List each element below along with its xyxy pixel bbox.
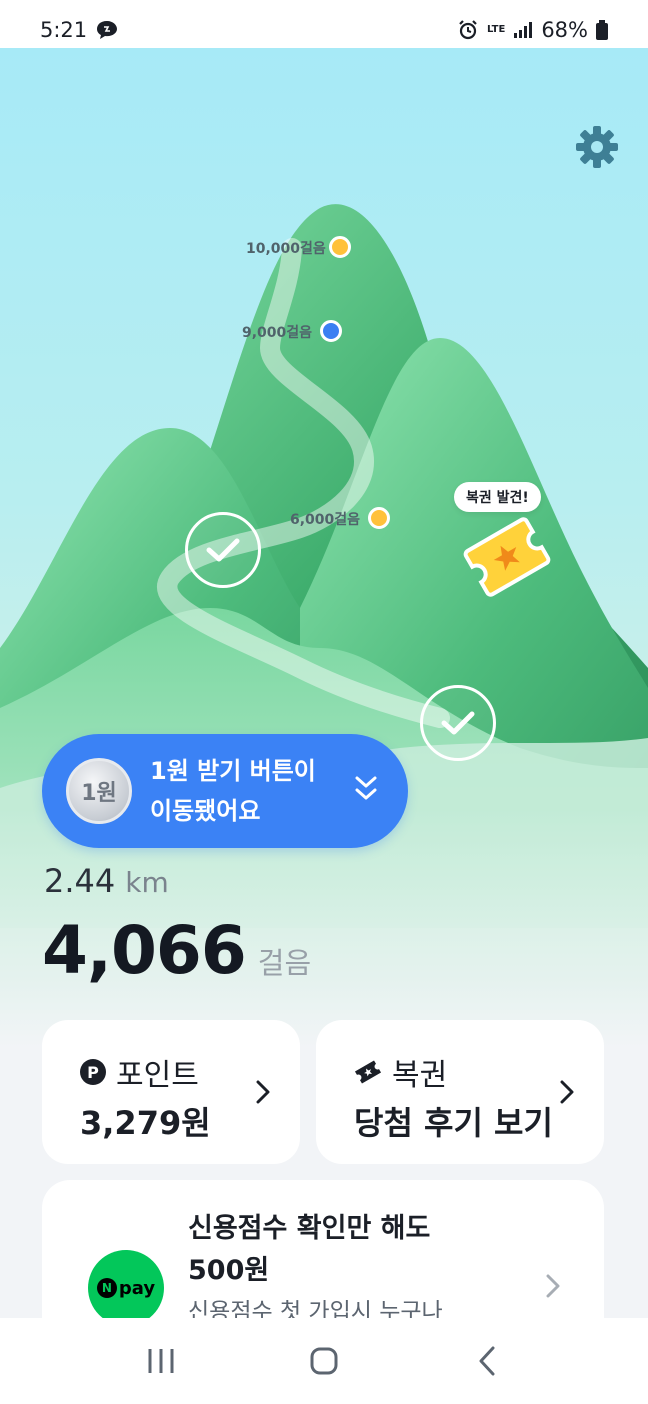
message-app-icon: [97, 21, 118, 39]
npay-logo: N pay: [88, 1250, 164, 1326]
promo-title-line2: 500원: [188, 1255, 270, 1286]
network-type-label: LTE: [486, 24, 506, 35]
lotto-card[interactable]: 복권 당첨 후기 보기: [316, 1020, 604, 1164]
completed-checkpoint: [420, 685, 496, 761]
points-card[interactable]: P 포인트 3,279원: [42, 1020, 300, 1164]
coin-message-line1: 1원 받기 버튼이: [150, 757, 316, 785]
back-icon: [479, 1346, 495, 1376]
milestone-label-6000: 6,000걸음: [290, 512, 361, 528]
status-time-group: 5:21: [40, 18, 119, 42]
distance-display: 2.44 km: [44, 862, 169, 900]
lotto-card-value: 당첨 후기 보기: [354, 1104, 553, 1142]
settings-button[interactable]: [574, 124, 620, 170]
ticket-icon: [354, 1060, 382, 1084]
step-count-display: 4,066 걸음: [42, 912, 311, 989]
system-navigation-bar: [0, 1318, 648, 1404]
collect-1won-button[interactable]: 1원 1원 받기 버튼이 이동됐어요: [42, 734, 408, 848]
points-card-title: 포인트: [116, 1058, 199, 1093]
status-time: 5:21: [40, 18, 88, 42]
check-icon: [441, 711, 475, 735]
coin-icon: 1원: [66, 758, 132, 824]
milestone-dot-9000: [320, 320, 342, 342]
lotto-card-title-row: 복권: [354, 1050, 447, 1094]
points-card-title-row: P 포인트: [80, 1050, 199, 1094]
promo-title-line1: 신용점수 확인만 해도: [188, 1213, 431, 1244]
completed-checkpoint: [185, 512, 261, 588]
chevron-right-icon: [256, 1080, 270, 1104]
milestone-label-9000: 9,000걸음: [242, 325, 313, 341]
coin-message: 1원 받기 버튼이 이동됐어요: [150, 751, 316, 831]
step-count-value: 4,066: [42, 912, 247, 989]
promo-title: 신용점수 확인만 해도 500원: [188, 1208, 430, 1292]
signal-icon: [514, 22, 533, 38]
alarm-icon: [459, 20, 477, 40]
home-button[interactable]: [294, 1331, 354, 1391]
double-chevron-down-icon: [355, 776, 377, 800]
lotto-card-title: 복권: [392, 1058, 448, 1093]
npay-n-mark: N: [96, 1278, 117, 1298]
npay-text: pay: [118, 1277, 156, 1299]
recents-icon: [148, 1349, 174, 1373]
step-count-unit: 걸음: [257, 946, 312, 980]
battery-icon: [596, 20, 608, 40]
coin-label: 1원: [81, 781, 117, 806]
points-value: 3,279원: [80, 1104, 211, 1142]
lotto-found-bubble[interactable]: 복권 발견!: [454, 482, 541, 512]
chevron-right-icon: [560, 1080, 574, 1104]
milestone-dot-10000: [329, 236, 351, 258]
settings-gear-icon: [576, 126, 618, 168]
check-icon: [206, 538, 240, 562]
distance-value: 2.44: [44, 862, 116, 900]
back-button[interactable]: [457, 1331, 517, 1391]
lotto-found-text: 복권 발견!: [466, 490, 529, 506]
distance-unit: km: [125, 866, 169, 899]
home-icon: [310, 1347, 338, 1375]
milestone-label-10000: 10,000걸음: [246, 241, 326, 257]
chevron-right-icon: [546, 1274, 560, 1298]
recents-button[interactable]: [131, 1331, 191, 1391]
coin-message-line2: 이동됐어요: [150, 797, 261, 825]
points-icon: P: [80, 1059, 106, 1085]
milestone-dot-6000: [368, 507, 390, 529]
battery-percent: 68%: [541, 18, 588, 42]
status-right-group: LTE 68%: [457, 18, 608, 42]
